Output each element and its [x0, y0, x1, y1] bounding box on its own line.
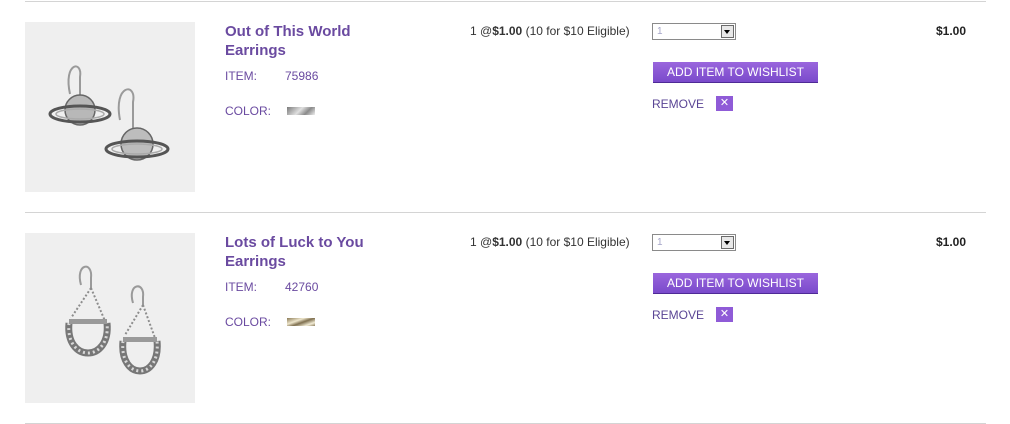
item-label: ITEM:	[225, 280, 257, 294]
chevron-down-icon[interactable]	[721, 25, 734, 38]
line-total: $1.00	[935, 24, 966, 38]
line-total: $1.00	[935, 235, 966, 249]
item-label: ITEM:	[225, 69, 257, 83]
saturn-earrings-image	[25, 22, 195, 192]
promo-text: (10 for $10 Eligible)	[525, 24, 630, 38]
qty-at: 1 @	[470, 235, 493, 249]
unit-price: $1.00	[492, 24, 523, 38]
horseshoe-earrings-image	[25, 233, 195, 403]
add-to-wishlist-button[interactable]: ADD ITEM TO WISHLIST	[653, 62, 818, 83]
item-number: 42760	[285, 280, 319, 294]
remove-link[interactable]: REMOVE	[652, 97, 704, 111]
close-icon[interactable]: ✕	[716, 307, 733, 322]
product-title[interactable]: Out of This World Earrings	[225, 22, 415, 60]
unit-price: $1.00	[492, 235, 523, 249]
quantity-value: 1	[657, 237, 663, 248]
color-label: COLOR:	[225, 104, 272, 118]
quantity-select[interactable]: 1	[652, 234, 736, 251]
qty-at: 1 @	[470, 24, 493, 38]
cart-item: Lots of Luck to You Earrings ITEM: 42760…	[0, 213, 1010, 424]
close-icon[interactable]: ✕	[716, 96, 733, 111]
product-image[interactable]	[25, 22, 195, 192]
unit-price-line: 1 @$1.00 (10 for $10 Eligible)	[470, 235, 630, 249]
remove-link[interactable]: REMOVE	[652, 308, 704, 322]
product-image[interactable]	[25, 233, 195, 403]
add-to-wishlist-button[interactable]: ADD ITEM TO WISHLIST	[653, 273, 818, 294]
product-title[interactable]: Lots of Luck to You Earrings	[225, 233, 415, 271]
color-label: COLOR:	[225, 315, 272, 329]
color-swatch[interactable]	[287, 107, 315, 115]
cart-item: Out of This World Earrings ITEM: 75986 C…	[0, 2, 1010, 213]
promo-text: (10 for $10 Eligible)	[525, 235, 630, 249]
quantity-value: 1	[657, 26, 663, 37]
quantity-select[interactable]: 1	[652, 23, 736, 40]
color-swatch[interactable]	[287, 318, 315, 326]
chevron-down-icon[interactable]	[721, 236, 734, 249]
item-number: 75986	[285, 69, 319, 83]
unit-price-line: 1 @$1.00 (10 for $10 Eligible)	[470, 24, 630, 38]
